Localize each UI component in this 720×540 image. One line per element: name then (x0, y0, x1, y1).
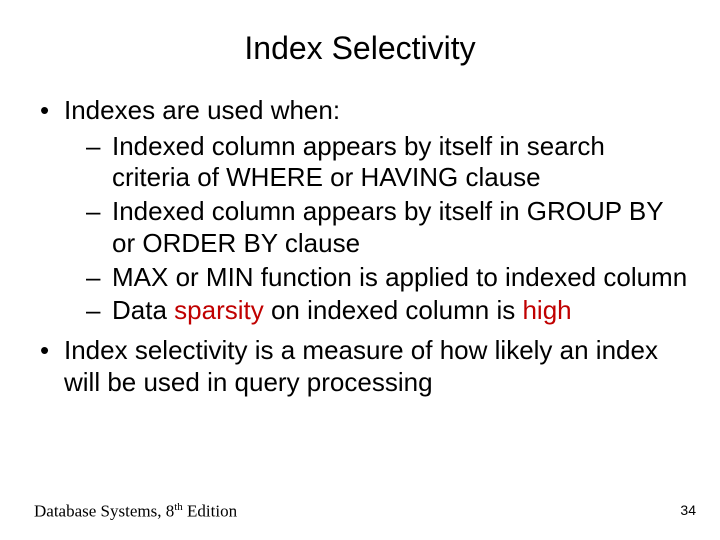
sub-item-c: MAX or MIN function is applied to indexe… (86, 262, 690, 294)
sub-d-mid: on indexed column is (264, 295, 523, 325)
slide-title: Index Selectivity (30, 30, 690, 67)
footer-edition-word: Edition (183, 502, 237, 521)
sub-d-pre: Data (112, 295, 174, 325)
sub-item-b: Indexed column appears by itself in GROU… (86, 196, 690, 259)
sub-item-a: Indexed column appears by itself in sear… (86, 131, 690, 194)
slide: Index Selectivity Indexes are used when:… (0, 0, 720, 540)
sub-d-highlight-sparsity: sparsity (174, 295, 264, 325)
bullet-list-level1: Indexes are used when: Indexed column ap… (36, 95, 690, 398)
bullet-item-1: Indexes are used when: Indexed column ap… (36, 95, 690, 327)
sub-d-highlight-high: high (522, 295, 571, 325)
footer-book-name: Database Systems, 8 (34, 502, 174, 521)
sub-item-d: Data sparsity on indexed column is high (86, 295, 690, 327)
footer-book-citation: Database Systems, 8th Edition (34, 501, 237, 522)
bullet-item-2: Index selectivity is a measure of how li… (36, 335, 690, 398)
bullet-1-text: Indexes are used when: (64, 95, 340, 125)
bullet-list-level2: Indexed column appears by itself in sear… (86, 131, 690, 327)
page-number: 34 (680, 502, 696, 518)
footer-ordinal-suffix: th (174, 501, 183, 513)
